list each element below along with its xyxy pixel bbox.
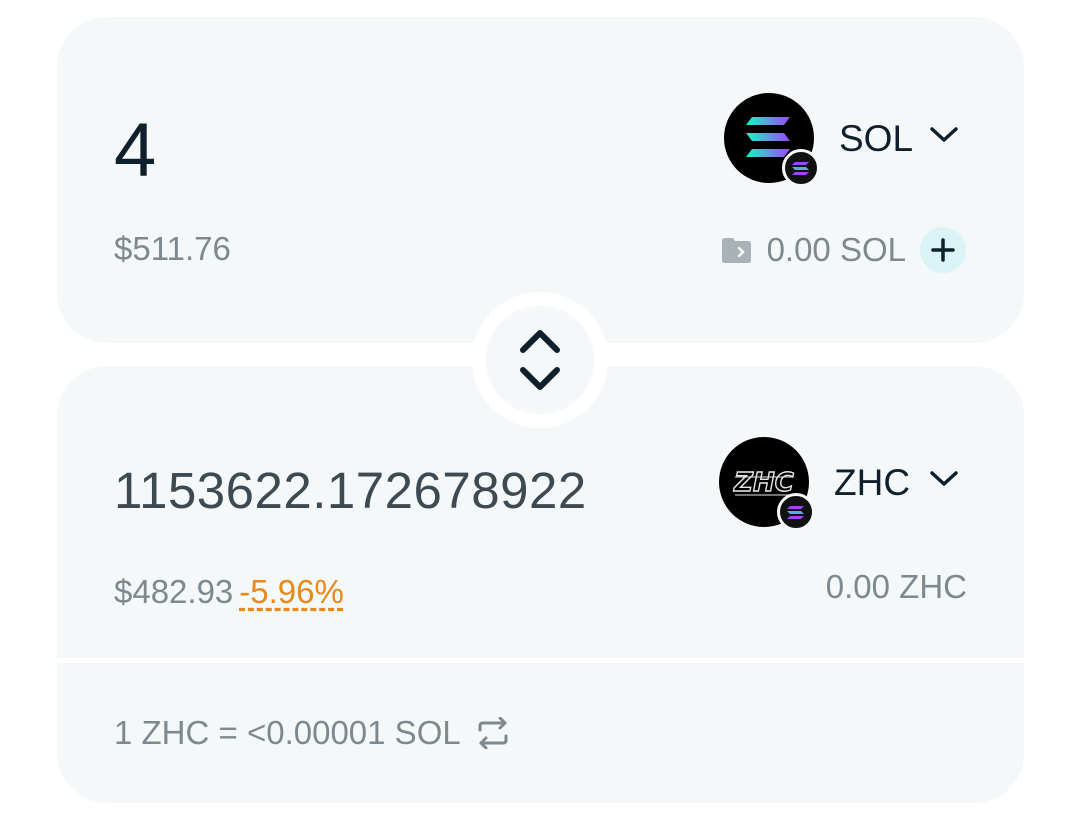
divider	[57, 658, 1024, 663]
svg-text:ZHC: ZHC	[733, 468, 794, 498]
pay-balance-row: 0.00 SOL	[719, 227, 966, 273]
chevron-down-icon[interactable]	[929, 469, 959, 489]
exchange-rate: 1 ZHC = <0.00001 SOL	[114, 714, 461, 751]
solana-network-badge-icon	[782, 149, 820, 187]
pay-balance: 0.00 SOL	[766, 231, 906, 268]
chevron-down-icon[interactable]	[929, 125, 959, 145]
receive-usd-row: $482.93 -5.96%	[114, 573, 344, 611]
receive-card: 1153622.172678922 $482.93 -5.96% ZHC ZHC …	[57, 366, 1024, 803]
swap-direction-button[interactable]	[486, 306, 594, 414]
solana-network-badge-icon	[777, 493, 815, 531]
swap-vertical-icon	[520, 330, 560, 390]
pay-token-selector[interactable]: SOL	[839, 118, 913, 160]
solana-icon[interactable]	[724, 93, 820, 187]
receive-balance: 0.00 ZHC	[825, 568, 967, 605]
add-funds-button[interactable]	[920, 227, 966, 273]
plus-icon	[931, 238, 955, 262]
price-change-badge[interactable]: -5.96%	[239, 573, 344, 610]
wallet-icon	[721, 238, 751, 263]
swap-direction-ring	[472, 292, 608, 428]
receive-usd-value: $482.93	[114, 573, 234, 610]
swap-horizontal-icon[interactable]	[475, 717, 511, 749]
exchange-rate-row: 1 ZHC = <0.00001 SOL	[114, 714, 511, 752]
pay-usd-value: $511.76	[114, 230, 231, 267]
pay-amount-input[interactable]: 4	[114, 107, 156, 194]
receive-amount: 1153622.172678922	[114, 462, 587, 519]
receive-token-selector[interactable]: ZHC	[834, 462, 910, 504]
zhc-icon[interactable]: ZHC	[719, 437, 815, 531]
